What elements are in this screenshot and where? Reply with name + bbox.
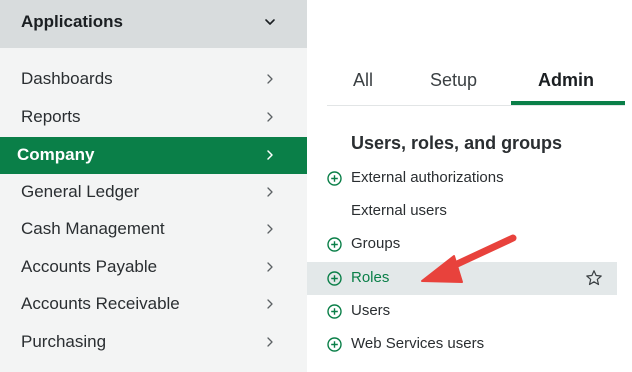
sidebar-item-label: Accounts Payable [21, 257, 158, 276]
tab-all[interactable]: All [353, 70, 373, 91]
link-users[interactable]: Users [307, 295, 617, 328]
add-circle-icon[interactable] [327, 271, 342, 286]
link-label[interactable]: Roles [351, 269, 389, 286]
add-circle-icon[interactable] [327, 237, 342, 252]
star-outline-icon[interactable] [585, 269, 603, 287]
link-label[interactable]: External users [351, 202, 447, 219]
tab-admin[interactable]: Admin [538, 70, 594, 91]
sidebar-item-company[interactable]: Company [0, 137, 307, 174]
sidebar-item-general-ledger[interactable]: General Ledger [0, 174, 307, 211]
add-circle-icon[interactable] [327, 171, 342, 186]
section-title: Users, roles, and groups [351, 133, 563, 153]
applications-header[interactable]: Applications [0, 0, 307, 48]
chevron-right-icon [267, 150, 273, 160]
menu-tabs: All Setup Admin [327, 62, 625, 106]
sidebar-item-dashboards[interactable]: Dashboards [0, 61, 307, 98]
chevron-right-icon [267, 112, 273, 122]
link-web-services-users[interactable]: Web Services users [307, 328, 617, 361]
tab-setup[interactable]: Setup [430, 70, 477, 91]
sidebar-item-label: Purchasing [21, 332, 107, 351]
applications-title: Applications [21, 12, 124, 31]
add-circle-icon[interactable] [327, 337, 342, 352]
chevron-right-icon [267, 262, 273, 272]
link-label[interactable]: Users [351, 302, 390, 319]
chevron-right-icon [267, 74, 273, 84]
sidebar-item-label: Company [17, 145, 95, 164]
sidebar-item-accounts-receivable[interactable]: Accounts Receivable [0, 286, 307, 323]
sidebar-item-label: Dashboards [21, 69, 113, 88]
link-label[interactable]: External authorizations [351, 169, 504, 186]
chevron-right-icon [267, 187, 273, 197]
chevron-down-icon [265, 19, 275, 25]
sidebar-item-purchasing[interactable]: Purchasing [0, 324, 307, 361]
sidebar-item-reports[interactable]: Reports [0, 99, 307, 136]
link-roles[interactable]: Roles [307, 262, 617, 295]
sidebar-item-accounts-payable[interactable]: Accounts Payable [0, 249, 307, 286]
sidebar-item-cash-management[interactable]: Cash Management [0, 211, 307, 248]
chevron-right-icon [267, 299, 273, 309]
add-circle-icon[interactable] [327, 304, 342, 319]
link-label[interactable]: Web Services users [351, 335, 484, 352]
link-groups[interactable]: Groups [307, 228, 617, 261]
sidebar-item-label: Cash Management [21, 219, 165, 238]
applications-sidebar: Applications Dashboards Reports Company … [0, 0, 307, 372]
link-external-users[interactable]: External users [307, 195, 617, 228]
chevron-right-icon [267, 337, 273, 347]
sidebar-item-label: General Ledger [21, 182, 140, 201]
sidebar-item-label: Reports [21, 107, 81, 126]
active-tab-indicator [511, 101, 625, 105]
sidebar-item-label: Accounts Receivable [21, 294, 180, 313]
link-label[interactable]: Groups [351, 235, 400, 252]
link-external-authorizations[interactable]: External authorizations [307, 162, 617, 195]
chevron-right-icon [267, 224, 273, 234]
